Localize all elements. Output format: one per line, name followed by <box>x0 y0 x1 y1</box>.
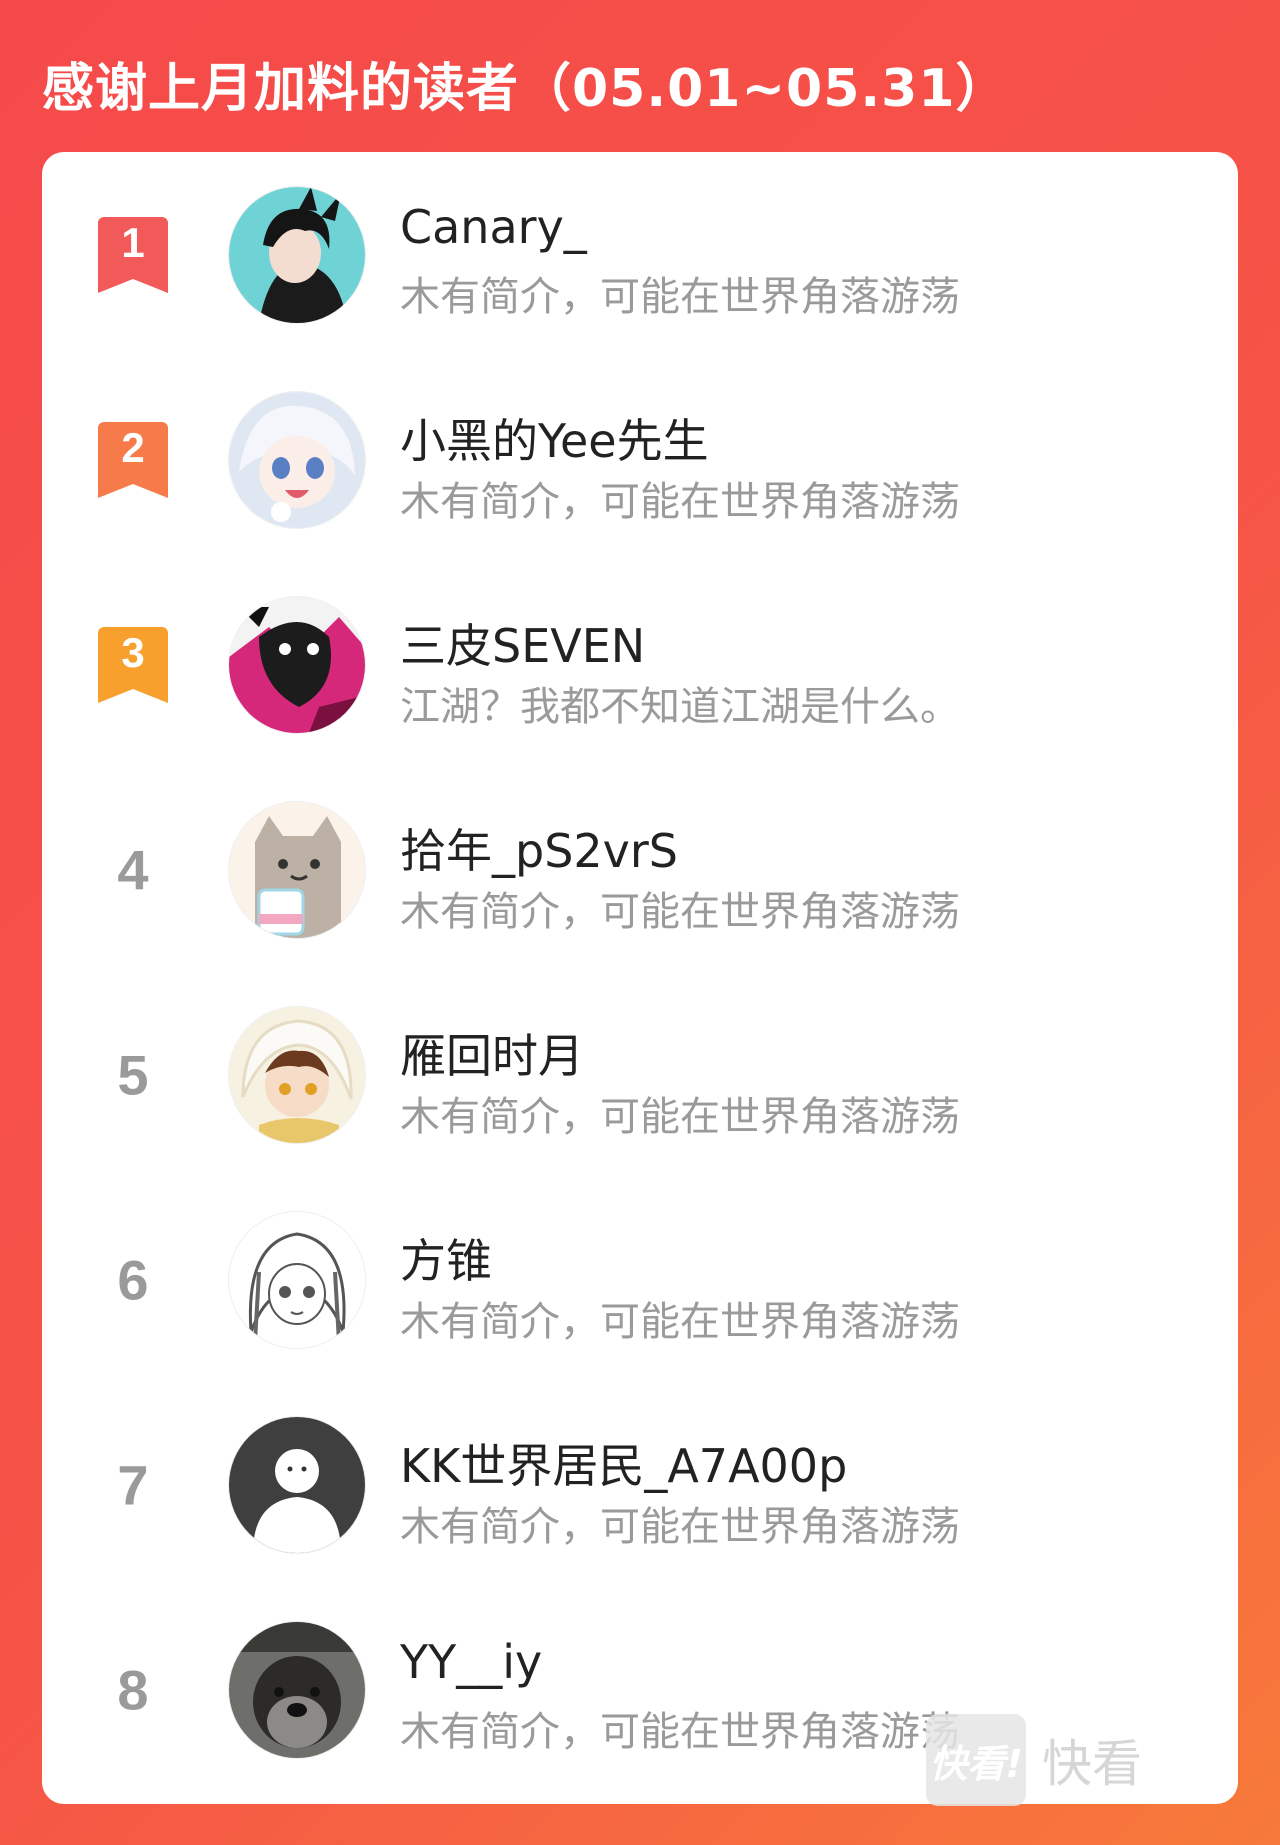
watermark: 快看! 快看 <box>926 1712 1142 1808</box>
avatar[interactable] <box>228 1005 366 1144</box>
avatar[interactable] <box>228 185 366 324</box>
rank-number: 4 <box>117 838 149 901</box>
list-item[interactable]: 2 小黑的Yee先生 木有简介，可能在世界角落游荡 <box>42 357 1238 562</box>
reader-bio: 木有简介，可能在世界角落游荡 <box>400 479 960 525</box>
rank-badge: 2 <box>98 421 168 498</box>
avatar[interactable] <box>228 1210 366 1349</box>
reader-name[interactable]: KK世界居民_A7A00p <box>400 1430 847 1496</box>
reader-bio: 木有简介，可能在世界角落游荡 <box>400 889 960 935</box>
reader-name[interactable]: 方锥 <box>400 1225 492 1291</box>
list-item[interactable]: 1 Canary_ 木有简介，可能在世界角落游荡 <box>42 152 1238 357</box>
list-item[interactable]: 5 雁回时月 木有简介，可能在世界角落游荡 <box>42 972 1238 1177</box>
reader-name[interactable]: Canary_ <box>400 200 587 254</box>
avatar-cat-ice-cream-icon <box>229 801 365 938</box>
watermark-text: 快看 <box>1042 1735 1142 1793</box>
reader-bio: 江湖？我都不知道江湖是什么。 <box>400 684 960 730</box>
avatar-manga-girl-icon <box>229 1211 365 1348</box>
reader-name[interactable]: 小黑的Yee先生 <box>400 405 709 471</box>
rank-number: 2 <box>121 423 145 471</box>
rank-number: 1 <box>121 218 145 266</box>
avatar-default-person-icon <box>229 1416 365 1553</box>
avatar-dog-photo-icon <box>229 1621 365 1758</box>
reader-bio: 木有简介，可能在世界角落游荡 <box>400 1299 960 1345</box>
avatar-anime-black-hair-icon <box>229 186 365 323</box>
rank-number: 5 <box>117 1043 149 1106</box>
rank-badge: 3 <box>98 626 168 703</box>
reader-name[interactable]: YY__iy <box>400 1635 542 1689</box>
avatar[interactable] <box>228 595 366 734</box>
rank-number: 8 <box>117 1658 149 1721</box>
avatar-anime-hood-icon <box>229 1006 365 1143</box>
rank-number: 6 <box>117 1248 149 1311</box>
reader-name[interactable]: 三皮SEVEN <box>400 610 645 676</box>
watermark-logo: 快看! <box>926 1714 1026 1806</box>
list-item[interactable]: 4 拾年_pS2vrS 木有简介，可能在世界角落游荡 <box>42 767 1238 972</box>
avatar[interactable] <box>228 800 366 939</box>
avatar-pink-illustration-icon <box>229 596 365 733</box>
reader-name[interactable]: 拾年_pS2vrS <box>400 815 678 881</box>
list-item[interactable]: 3 三皮SEVEN 江湖？我都不知道江湖是什么。 <box>42 562 1238 767</box>
reader-bio: 木有简介，可能在世界角落游荡 <box>400 274 960 320</box>
reader-bio: 木有简介，可能在世界角落游荡 <box>400 1709 960 1755</box>
avatar[interactable] <box>228 1415 366 1554</box>
avatar[interactable] <box>228 390 366 529</box>
rank-badge: 1 <box>98 216 168 293</box>
rank-number: 7 <box>117 1453 149 1516</box>
avatar[interactable] <box>228 1620 366 1759</box>
reader-bio: 木有简介，可能在世界角落游荡 <box>400 1094 960 1140</box>
reader-name[interactable]: 雁回时月 <box>400 1020 584 1086</box>
avatar-anime-white-hair-icon <box>229 391 365 528</box>
rank-number: 3 <box>121 628 145 676</box>
reader-bio: 木有简介，可能在世界角落游荡 <box>400 1504 960 1550</box>
reader-list-card: 1 Canary_ 木有简介，可能在世界角落游荡 2 小黑的Yee先生 木有简介… <box>42 152 1238 1804</box>
list-item[interactable]: 6 方锥 木有简介，可能在世界角落游荡 <box>42 1177 1238 1382</box>
page-title: 感谢上月加料的读者（05.01~05.31） <box>42 59 1009 119</box>
list-item[interactable]: 7 KK世界居民_A7A00p 木有简介，可能在世界角落游荡 <box>42 1382 1238 1587</box>
